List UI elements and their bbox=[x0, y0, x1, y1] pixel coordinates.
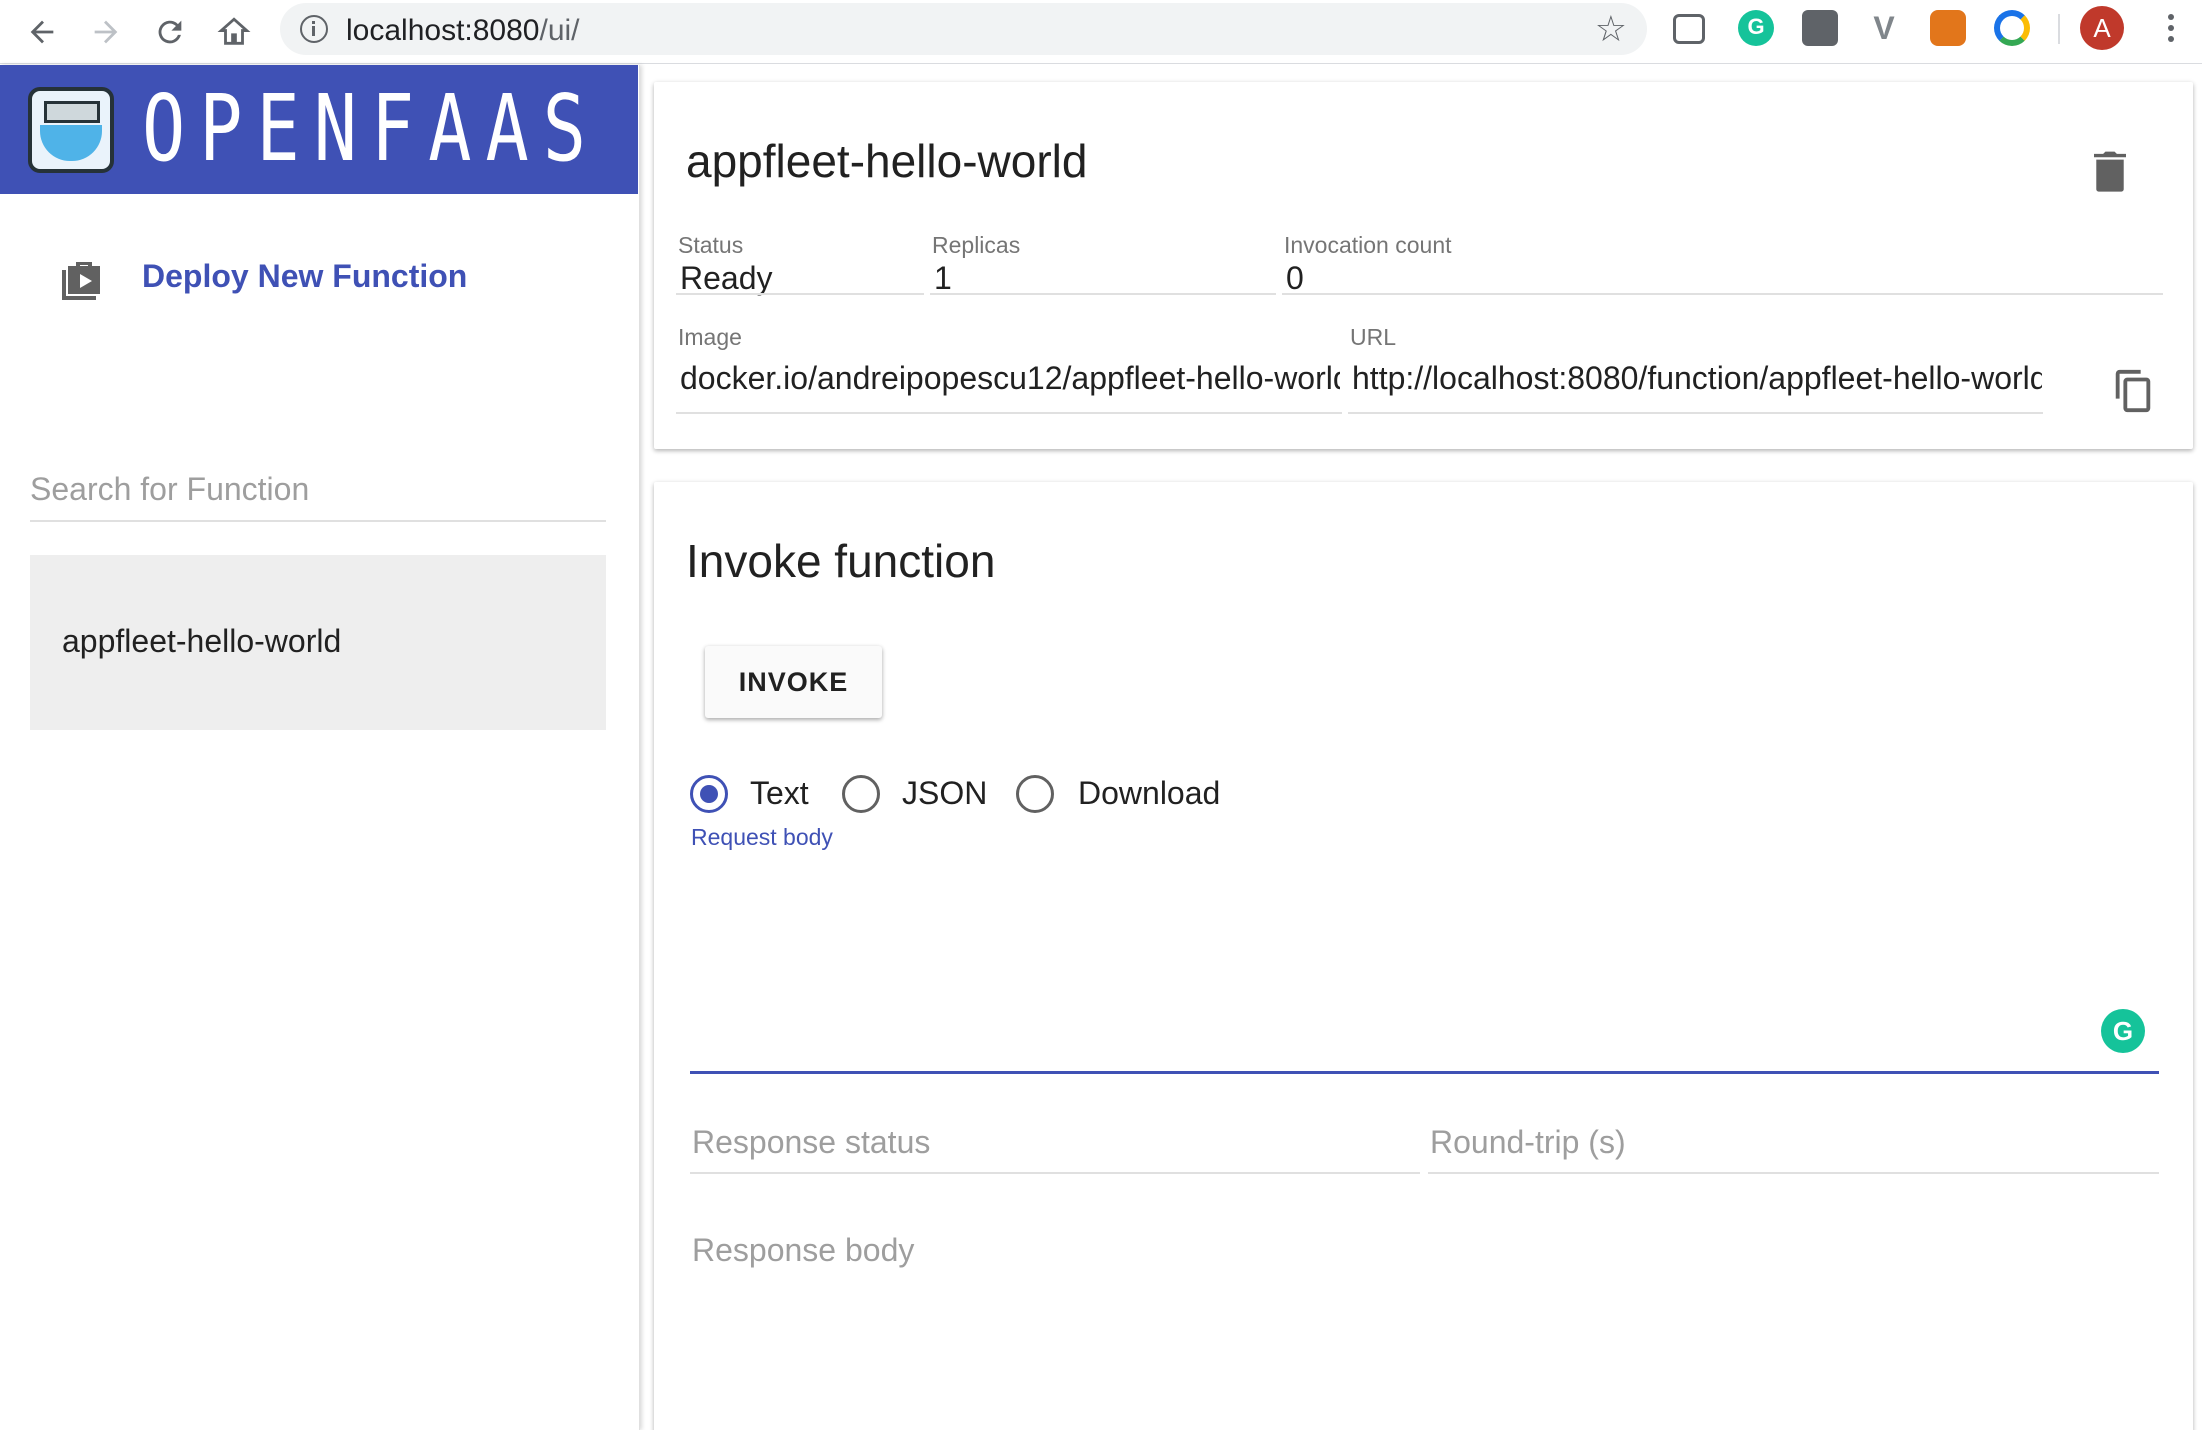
bookmark-star-icon[interactable]: ☆ bbox=[1595, 9, 1627, 49]
profile-avatar[interactable]: A bbox=[2080, 6, 2124, 50]
search-function-input[interactable] bbox=[30, 450, 606, 520]
status-field: Status Ready bbox=[676, 157, 924, 296]
brand-header: OPENFAAS bbox=[0, 65, 638, 194]
radio-text-circle[interactable] bbox=[690, 775, 728, 813]
image-field: Image docker.io/andreipopescu12/appfleet… bbox=[676, 324, 1342, 414]
forward-arrow-icon[interactable] bbox=[80, 6, 132, 58]
invocation-count-value: 0 bbox=[1286, 260, 1304, 296]
radio-download-label: Download bbox=[1078, 775, 1221, 811]
replicas-label: Replicas bbox=[932, 232, 1021, 258]
toolbar-divider bbox=[2058, 14, 2060, 44]
address-bar[interactable]: localhost:8080/ui/ ☆ bbox=[280, 3, 1647, 55]
address-url[interactable]: localhost:8080/ui/ bbox=[346, 14, 580, 48]
invoke-button[interactable]: INVOKE bbox=[705, 646, 882, 718]
copy-icon[interactable] bbox=[2113, 368, 2153, 414]
reload-icon[interactable] bbox=[144, 6, 196, 58]
colorzilla-extension-icon[interactable] bbox=[1994, 10, 2030, 46]
response-body-placeholder[interactable]: Response body bbox=[692, 1232, 914, 1269]
url-field: URL http://localhost:8080/function/appfl… bbox=[1348, 324, 2043, 414]
lightbulb-extension-icon[interactable] bbox=[1802, 10, 1838, 46]
back-arrow-icon[interactable] bbox=[16, 6, 68, 58]
search-function bbox=[30, 450, 606, 522]
request-body-label: Request body bbox=[691, 824, 833, 850]
sidebar: OPENFAAS Deploy New Function appfleet-he… bbox=[0, 65, 640, 1430]
vue-extension-icon[interactable] bbox=[1866, 10, 1902, 47]
openfaas-logo-icon bbox=[28, 87, 114, 173]
status-value: Ready bbox=[680, 260, 773, 296]
radio-text-label: Text bbox=[750, 775, 809, 811]
deploy-new-function-button[interactable]: Deploy New Function bbox=[60, 250, 560, 310]
function-list-item[interactable]: appfleet-hello-world bbox=[30, 555, 606, 730]
request-body-textarea[interactable]: G bbox=[690, 862, 2159, 1074]
function-list-item-label: appfleet-hello-world bbox=[62, 623, 342, 659]
brand-title: OPENFAAS bbox=[142, 75, 600, 182]
replicas-field: Replicas 1 bbox=[930, 157, 1276, 296]
url-label: URL bbox=[1350, 324, 1397, 350]
response-status-placeholder: Response status bbox=[692, 1124, 931, 1160]
radio-download-circle[interactable] bbox=[1016, 775, 1054, 813]
home-icon[interactable] bbox=[208, 6, 260, 58]
site-info-icon[interactable] bbox=[300, 15, 328, 43]
browser-toolbar: localhost:8080/ui/ ☆ A bbox=[0, 0, 2202, 64]
round-trip-field[interactable]: Round-trip (s) bbox=[1428, 1104, 2159, 1174]
function-details-card: appfleet-hello-world Status Ready Replic… bbox=[654, 82, 2193, 449]
replicas-value: 1 bbox=[934, 260, 952, 296]
more-menu-icon[interactable] bbox=[2150, 8, 2190, 48]
invoke-function-card: Invoke function INVOKE Text JSON Downloa… bbox=[654, 482, 2193, 1430]
radio-json-circle[interactable] bbox=[842, 775, 880, 813]
status-label: Status bbox=[678, 232, 744, 258]
grammarly-badge-icon[interactable]: G bbox=[2101, 1009, 2145, 1053]
invocation-count-field: Invocation count 0 bbox=[1282, 157, 2163, 296]
image-value: docker.io/andreipopescu12/appfleet-hello… bbox=[680, 360, 1340, 396]
url-value[interactable]: http://localhost:8080/function/appfleet-… bbox=[1352, 360, 2042, 397]
invoke-function-title: Invoke function bbox=[686, 535, 996, 587]
grammarly-extension-icon[interactable] bbox=[1738, 10, 1774, 46]
image-label: Image bbox=[678, 324, 742, 350]
deploy-new-function-label: Deploy New Function bbox=[142, 258, 468, 294]
content-type-radio-group: Text JSON Download bbox=[690, 769, 1390, 819]
round-trip-placeholder: Round-trip (s) bbox=[1430, 1124, 1626, 1160]
response-status-field[interactable]: Response status bbox=[690, 1104, 1420, 1174]
radio-json-label: JSON bbox=[902, 775, 988, 811]
metamask-extension-icon[interactable] bbox=[1930, 10, 1966, 46]
briefcase-play-icon bbox=[62, 262, 100, 300]
invocation-count-label: Invocation count bbox=[1284, 232, 1452, 258]
pocket-extension-icon[interactable] bbox=[1673, 14, 1705, 44]
